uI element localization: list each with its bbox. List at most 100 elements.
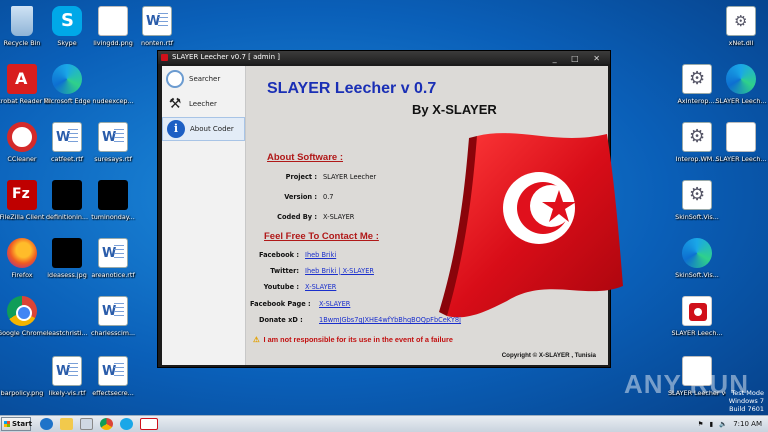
blk-icon [52, 180, 82, 210]
twitter-link[interactable]: Iheb Briki | X-SLAYER [305, 267, 374, 275]
search-icon [166, 70, 184, 88]
desktop-icon-label: nonten.rtf [141, 39, 173, 47]
volume-icon[interactable]: 🔈 [719, 420, 727, 428]
blk-icon [52, 238, 82, 268]
doc-icon [98, 296, 128, 326]
desktop-icon-label: SkinSoft.Vis... [675, 271, 719, 279]
desktop-icon-label: SLAYER Leech... [671, 329, 723, 337]
desktop-icon-label: SLAYER Leech... [715, 155, 767, 163]
doc-icon [142, 6, 172, 36]
contact-heading: Feel Free To Contact Me : [264, 231, 379, 242]
start-button[interactable]: Start [1, 417, 32, 431]
gear-icon [682, 122, 712, 152]
doc-icon [52, 356, 82, 386]
desktop-icon-skinsoft-vis[interactable]: SkinSoft.Vis... [668, 180, 726, 221]
contact-row-twitter: Twitter: Iheb Briki | X-SLAYER [270, 267, 374, 275]
network-icon[interactable]: ▮ [710, 420, 714, 428]
dll-icon [726, 6, 756, 36]
media-icon[interactable] [80, 418, 93, 430]
fz-icon [7, 180, 37, 210]
slayer-task-icon[interactable] [140, 418, 158, 430]
desktop-icon-effectsecre[interactable]: effectsecre... [84, 356, 142, 397]
slayer-leecher-window[interactable]: SLAYER Leecher v0.7 [ admin ] _ □ ✕ Sear… [157, 50, 623, 368]
desktop-icon-skinsoft-vis[interactable]: SkinSoft.Vis... [668, 238, 726, 279]
app-icon [161, 54, 168, 61]
chrome-icon [7, 296, 37, 326]
desktop-icon-label: xNet.dll [728, 39, 754, 47]
desktop-icon-tuminonday[interactable]: tuminonday... [84, 180, 142, 221]
blank-icon [7, 356, 37, 386]
desktop-icon-slayer-leech[interactable]: SLAYER Leech... [712, 122, 768, 163]
edge-icon [726, 64, 756, 94]
desktop-icon-areanotice-rtf[interactable]: areanotice.rtf [84, 238, 142, 279]
nav-label: Leecher [189, 100, 217, 108]
about-row-version: Version :0.7 [284, 193, 334, 201]
about-row-project: Project : SLAYER Leecher [285, 173, 377, 181]
about-heading: About Software : [267, 152, 343, 163]
tunisia-flag-image [439, 133, 623, 318]
window-controls[interactable]: _ □ ✕ [553, 52, 606, 65]
edge-icon[interactable] [120, 418, 133, 430]
blank-icon [52, 296, 82, 326]
tools-icon: ⚒ [168, 96, 182, 112]
desktop-icon-suresays-rtf[interactable]: suresays.rtf [84, 122, 142, 163]
sidebar: Searcher ⚒ Leecher i About Coder [162, 66, 246, 365]
about-panel: SLAYER Leecher v 0.7 By X-SLAYER About S… [247, 66, 623, 365]
desktop-icon-label: effectsecre... [92, 389, 134, 397]
window-body: Searcher ⚒ Leecher i About Coder SLAYER … [162, 66, 623, 365]
author-byline: By X-SLAYER [412, 102, 497, 117]
acro-icon [7, 64, 37, 94]
desktop-icon-label: areanotice.rtf [91, 271, 135, 279]
nav-item-leecher[interactable]: ⚒ Leecher [162, 92, 245, 116]
desktop-icon-nonten-rtf[interactable]: nonten.rtf [128, 6, 186, 47]
desktop-icon-slayer-leech[interactable]: SLAYER Leech... [668, 296, 726, 337]
ie-icon[interactable] [40, 418, 53, 430]
desktop-icon-slayer-leech[interactable]: SLAYER Leech... [712, 64, 768, 105]
desktop-icon-charlesscim[interactable]: charlesscim... [84, 296, 142, 337]
gear-icon [682, 64, 712, 94]
copyright: Copyright © X-SLAYER , Tunisia [501, 352, 596, 359]
about-row-coded-by: Coded By : X-SLAYER [277, 213, 355, 221]
nav-label: About Coder [190, 125, 234, 133]
window-title: SLAYER Leecher v0.7 [ admin ] [172, 53, 280, 61]
slayer-icon [682, 296, 712, 326]
window-titlebar[interactable]: SLAYER Leecher v0.7 [ admin ] _ □ ✕ [158, 51, 610, 64]
doc-icon [98, 122, 128, 152]
contact-row-donate: Donate xD :1BwmJGbs7gJXHE4wfYbBhqBOQpFbC… [259, 316, 461, 324]
disclaimer: ⚠ I am not responsible for its use in the… [253, 335, 453, 344]
desktop-icon-label: suresays.rtf [94, 155, 132, 163]
png-icon [98, 6, 128, 36]
desktop-icon-label: SkinSoft.Vis... [675, 213, 719, 221]
donate-address-link[interactable]: 1BwmJGbs7gJXHE4wfYbBhqBOQpFbCeKY8j [319, 316, 461, 324]
blank-icon [98, 64, 128, 94]
contact-row-facebook-page: Facebook Page : X-SLAYER [250, 300, 351, 308]
skype-icon [52, 6, 82, 36]
nav-item-searcher[interactable]: Searcher [162, 67, 245, 91]
desktop-icon-xnet-dll[interactable]: xNet.dll [712, 6, 768, 47]
info-icon: i [167, 120, 185, 138]
ff-icon [7, 238, 37, 268]
nav-item-about-coder[interactable]: i About Coder [162, 117, 245, 141]
facebook-link[interactable]: Iheb Briki [305, 251, 336, 259]
edge-icon [52, 64, 82, 94]
doc-icon [52, 122, 82, 152]
explorer-icon[interactable] [60, 418, 73, 430]
desktop-icon-label: SLAYER Leech... [715, 97, 767, 105]
png-icon [726, 122, 756, 152]
desktop-icon-nudeexcep[interactable]: nudeexcep... [84, 64, 142, 105]
flag-icon[interactable]: ⚑ [698, 420, 704, 428]
doc-icon [98, 356, 128, 386]
youtube-link[interactable]: X-SLAYER [305, 283, 336, 291]
warning-icon: ⚠ [253, 335, 260, 344]
doc-icon [98, 238, 128, 268]
desktop-icon-label: tuminonday... [91, 213, 135, 221]
clock[interactable]: 7:10 AM [733, 420, 762, 428]
system-tray: ⚑ ▮ 🔈 7:10 AM [698, 416, 768, 432]
chrome-icon[interactable] [100, 418, 113, 430]
gear-icon [682, 180, 712, 210]
nav-label: Searcher [189, 75, 221, 83]
facebook-page-link[interactable]: X-SLAYER [319, 300, 350, 308]
taskbar: Start ⚑ ▮ 🔈 7:10 AM [0, 415, 768, 432]
bin-icon [11, 6, 33, 36]
ccl-icon [7, 122, 37, 152]
